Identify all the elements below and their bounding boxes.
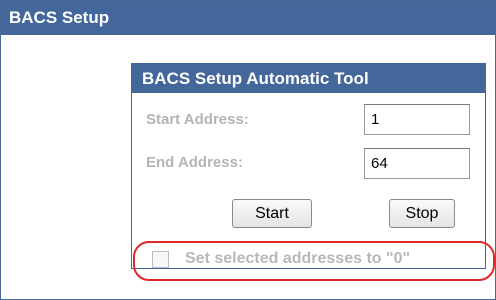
end-address-input[interactable] xyxy=(364,148,470,179)
automatic-tool-panel: BACS Setup Automatic Tool Start Address:… xyxy=(131,63,486,269)
start-address-input[interactable] xyxy=(364,104,470,135)
set-zero-checkbox-label: Set selected addresses to "0" xyxy=(185,250,411,267)
stop-button[interactable]: Stop xyxy=(389,199,455,228)
end-address-label: End Address: xyxy=(146,154,243,171)
start-button[interactable]: Start xyxy=(232,199,312,228)
tool-title: BACS Setup Automatic Tool xyxy=(132,64,485,93)
start-address-label: Start Address: xyxy=(146,111,249,128)
panel-title: BACS Setup xyxy=(1,1,495,35)
set-zero-checkbox[interactable] xyxy=(152,251,169,268)
